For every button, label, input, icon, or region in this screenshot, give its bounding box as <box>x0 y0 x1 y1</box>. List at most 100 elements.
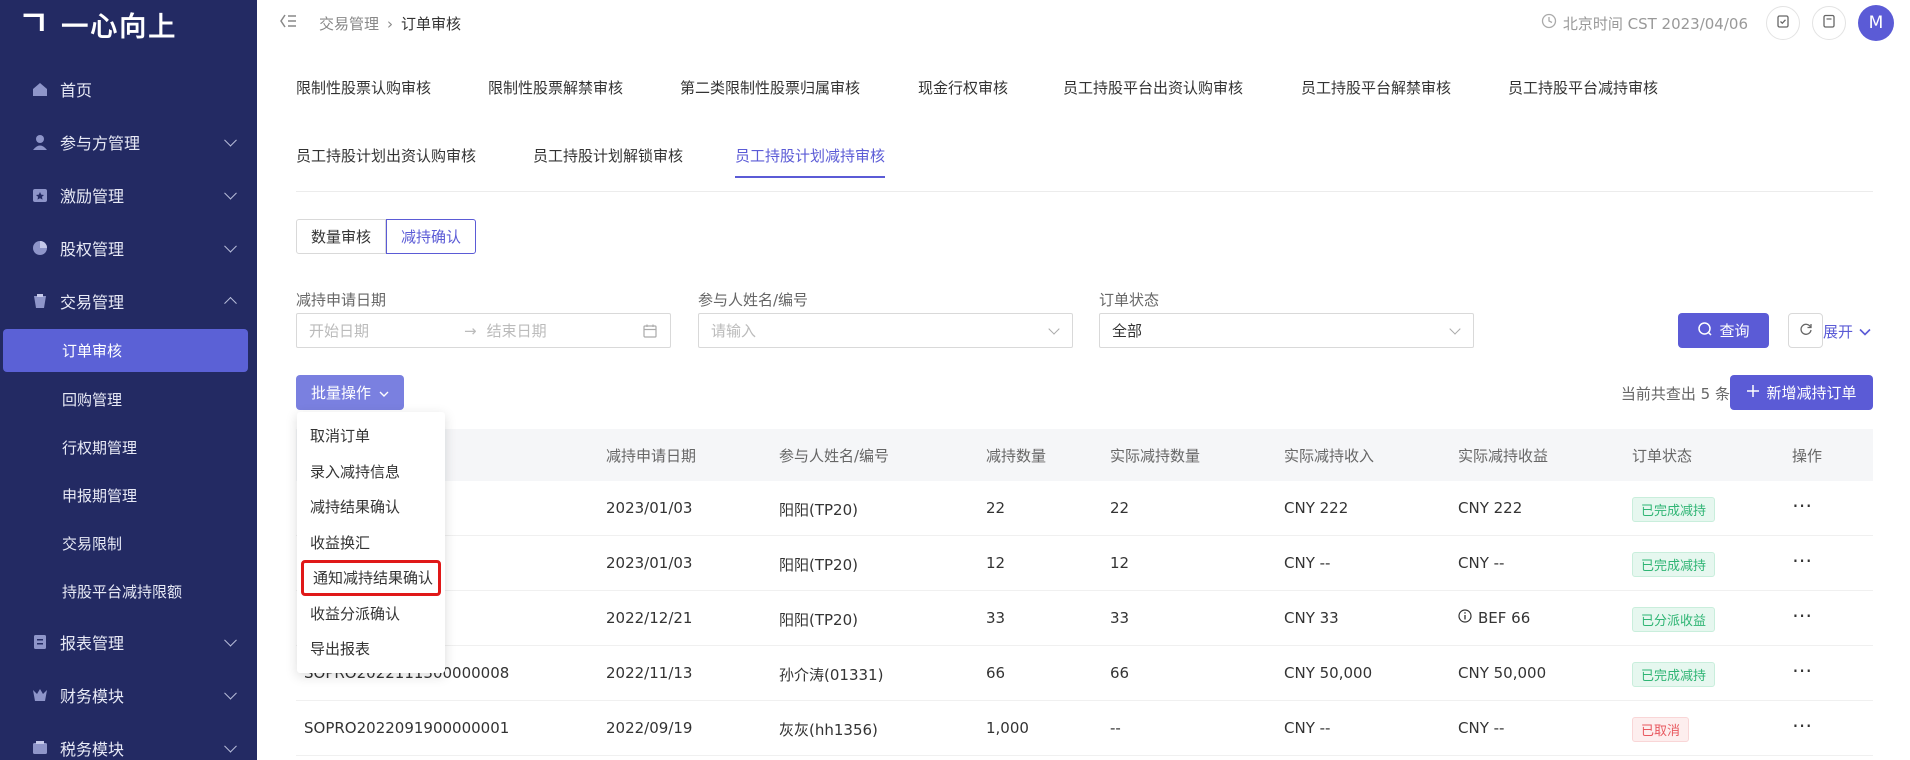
apply-date: 2023/01/03 <box>606 499 693 517</box>
tab-class2-vesting[interactable]: 第二类限制性股票归属审核 <box>680 65 918 109</box>
apply-date: 2023/01/03 <box>606 554 693 572</box>
chevron-down-icon <box>1449 323 1461 335</box>
more-actions-icon[interactable]: ⋯ <box>1792 605 1813 625</box>
actual-income: CNY 222 <box>1284 499 1349 517</box>
column-header: 订单状态 <box>1632 447 1693 465</box>
status-badge: 已完成减持 <box>1632 552 1716 577</box>
actual-quantity: -- <box>1110 719 1121 737</box>
status-selected-value: 全部 <box>1112 322 1143 340</box>
tab-platform-reduction[interactable]: 员工持股平台减持审核 <box>1508 65 1708 109</box>
apply-date: 2022/11/13 <box>606 664 693 682</box>
breadcrumb-separator-icon: › <box>387 14 394 33</box>
query-button[interactable]: 查询 <box>1678 313 1769 348</box>
sidebar-item-incentive[interactable]: 激励管理 <box>0 168 257 221</box>
header-right: 北京时间 CST 2023/04/06 M <box>1541 5 1894 41</box>
participant: 阳阳(TP20) <box>779 556 858 574</box>
expand-filters-link[interactable]: 展开 <box>1823 321 1871 342</box>
end-date-input[interactable]: 结束日期 <box>487 320 547 341</box>
main-content: 限制性股票认购审核 限制性股票解禁审核 第二类限制性股票归属审核 现金行权审核 … <box>270 45 1900 760</box>
batch-label: 批量操作 <box>310 384 371 402</box>
actual-quantity: 12 <box>1110 554 1130 572</box>
tab-platform-unlock[interactable]: 员工持股平台解禁审核 <box>1301 65 1508 109</box>
add-reduction-order-button[interactable]: 新增减持订单 <box>1730 375 1873 410</box>
menu-item-confirm-reduction-result[interactable]: 减持结果确认 <box>297 489 445 525</box>
quantity: 66 <box>986 664 1006 682</box>
more-actions-icon[interactable]: ⋯ <box>1792 495 1813 515</box>
menu-item-export-report[interactable]: 导出报表 <box>297 631 445 667</box>
menu-item-confirm-distribution[interactable]: 收益分派确认 <box>297 596 445 632</box>
tab-plan-subscription[interactable]: 员工持股计划出资认购审核 <box>296 133 533 177</box>
sidebar-subitem-order-review[interactable]: 订单审核 <box>3 329 248 372</box>
clipboard-button[interactable] <box>1766 6 1800 40</box>
actual-profit: CNY -- <box>1458 554 1505 572</box>
tabs-divider <box>296 191 1873 192</box>
reset-button[interactable] <box>1788 313 1823 348</box>
finance-icon <box>30 685 50 705</box>
more-actions-icon[interactable]: ⋯ <box>1792 660 1813 680</box>
batch-operation-menu: 取消订单 录入减持信息 减持结果确认 收益换汇 通知减持结果确认 收益分派确认 … <box>297 412 445 673</box>
tab-restricted-subscription[interactable]: 限制性股票认购审核 <box>296 65 488 109</box>
menu-collapse-icon[interactable] <box>279 13 297 29</box>
start-date-input[interactable]: 开始日期 <box>309 320 464 341</box>
menu-item-cancel-order[interactable]: 取消订单 <box>297 418 445 454</box>
chevron-down-icon <box>224 686 237 700</box>
info-circle-icon[interactable] <box>1458 609 1472 627</box>
tabs-row-1: 限制性股票认购审核 限制性股票解禁审核 第二类限制性股票归属审核 现金行权审核 … <box>296 65 1708 109</box>
chevron-down-icon <box>1048 323 1060 335</box>
brand-logo[interactable]: ㄱ 一心向上 <box>18 4 177 44</box>
table-row: SOPRO2022111300000008 2022/11/13 孙介涛(013… <box>296 646 1873 701</box>
tab-plan-unlock[interactable]: 员工持股计划解锁审核 <box>533 133 683 177</box>
participant: 孙介涛(01331) <box>779 666 884 684</box>
sidebar-subitem-platform-reduction-limit[interactable]: 持股平台减持限额 <box>0 567 257 615</box>
sidebar-subitem-trade-limit[interactable]: 交易限制 <box>0 519 257 567</box>
breadcrumb-item[interactable]: 交易管理 <box>319 13 379 34</box>
table-row: SOPRO2022091900000001 2022/09/19 灰灰(hh13… <box>296 701 1873 756</box>
column-header: 实际减持数量 <box>1110 447 1201 465</box>
sidebar-item-home[interactable]: 首页 <box>0 62 257 115</box>
document-button[interactable] <box>1812 6 1846 40</box>
calendar-icon <box>642 323 658 343</box>
status-cell: 已分派收益 <box>1632 607 1716 632</box>
status-cell: 已完成减持 <box>1632 552 1716 577</box>
sidebar-item-label: 激励管理 <box>60 186 125 206</box>
date-range-picker[interactable]: 开始日期 → 结束日期 <box>296 313 671 348</box>
sidebar-item-label: 交易管理 <box>60 292 125 312</box>
sidebar-item-label: 税务模块 <box>60 739 125 759</box>
segment-quantity-review[interactable]: 数量审核 <box>296 219 387 254</box>
participant: 阳阳(TP20) <box>779 501 858 519</box>
status-badge: 已取消 <box>1632 717 1690 742</box>
incentive-icon <box>30 185 50 205</box>
sidebar-item-finance[interactable]: 财务模块 <box>0 668 257 721</box>
sidebar-item-equity[interactable]: 股权管理 <box>0 221 257 274</box>
sidebar-subitem-declaration-period[interactable]: 申报期管理 <box>0 471 257 519</box>
user-avatar[interactable]: M <box>1858 5 1894 41</box>
batch-operation-button[interactable]: 批量操作 <box>296 375 404 410</box>
sidebar-item-label: 参与方管理 <box>60 133 141 153</box>
quantity: 22 <box>986 499 1006 517</box>
plus-icon <box>1746 384 1760 402</box>
menu-item-notify-result-confirm[interactable]: 通知减持结果确认 <box>301 560 441 596</box>
sidebar-subitem-buyback[interactable]: 回购管理 <box>0 375 257 423</box>
segment-reduction-confirm[interactable]: 减持确认 <box>386 219 477 254</box>
tab-platform-subscription[interactable]: 员工持股平台出资认购审核 <box>1063 65 1301 109</box>
more-actions-icon[interactable]: ⋯ <box>1792 715 1813 735</box>
menu-item-enter-reduction-info[interactable]: 录入减持信息 <box>297 454 445 490</box>
tab-cash-exercise[interactable]: 现金行权审核 <box>918 65 1063 109</box>
menu-item-currency-exchange[interactable]: 收益换汇 <box>297 525 445 561</box>
sidebar-item-label: 报表管理 <box>60 633 125 653</box>
sidebar-item-trade[interactable]: 交易管理 <box>0 274 257 327</box>
sidebar-subitem-exercise-period[interactable]: 行权期管理 <box>0 423 257 471</box>
more-actions-icon[interactable]: ⋯ <box>1792 550 1813 570</box>
sidebar-item-tax[interactable]: 税务模块 <box>0 721 257 760</box>
status-select[interactable]: 全部 <box>1099 313 1474 348</box>
sidebar-item-participants[interactable]: 参与方管理 <box>0 115 257 168</box>
table-row: 00007 2023/01/03 阳阳(TP20) 22 22 CNY 222 … <box>296 481 1873 536</box>
tab-restricted-unlock[interactable]: 限制性股票解禁审核 <box>488 65 680 109</box>
sidebar-item-report[interactable]: 报表管理 <box>0 615 257 668</box>
actual-quantity: 22 <box>1110 499 1130 517</box>
participant-select[interactable]: 请输入 <box>698 313 1073 348</box>
tab-plan-reduction[interactable]: 员工持股计划减持审核 <box>735 133 886 178</box>
apply-date: 2022/12/21 <box>606 609 693 627</box>
search-icon <box>1697 321 1713 341</box>
quantity: 12 <box>986 554 1006 572</box>
